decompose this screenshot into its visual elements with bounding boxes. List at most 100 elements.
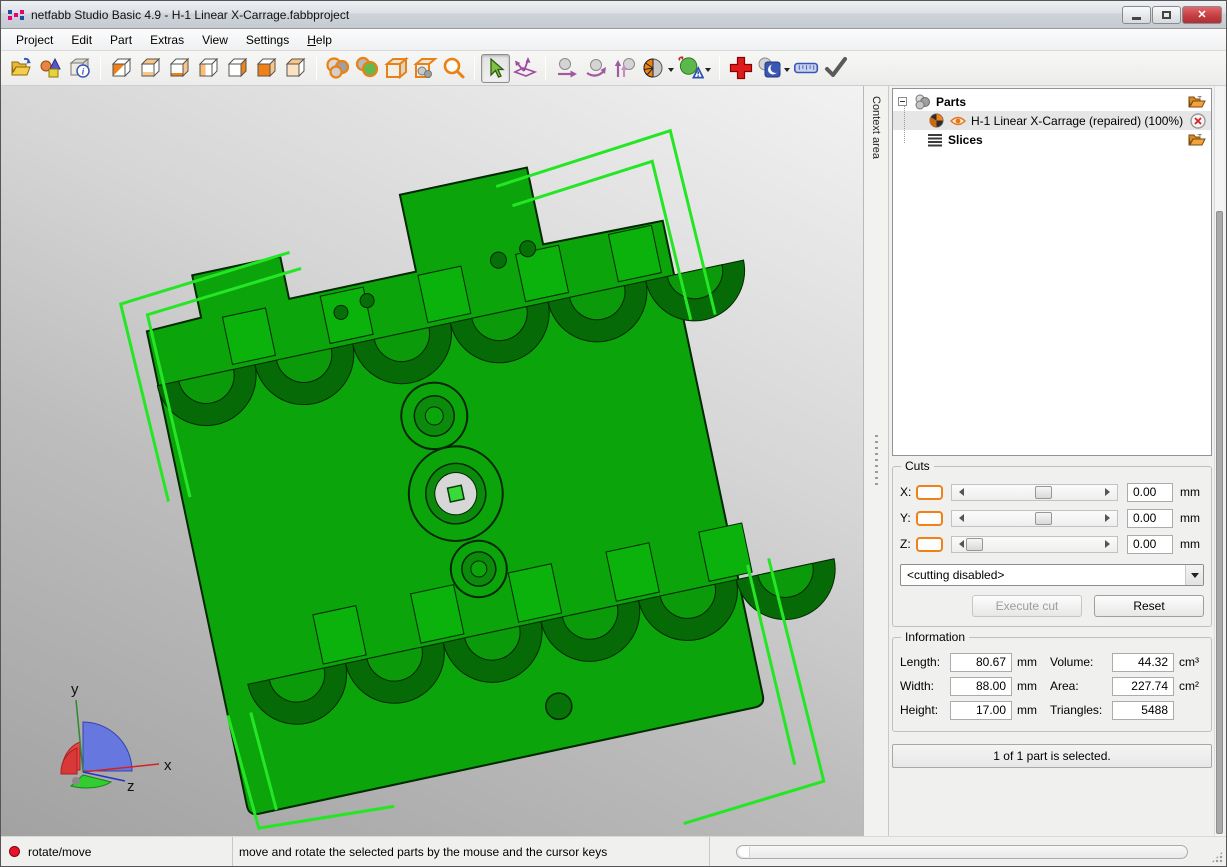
view-bottom-button[interactable] — [165, 54, 194, 83]
transform-tool-button[interactable] — [510, 54, 539, 83]
menu-item-extras[interactable]: Extras — [141, 31, 193, 49]
select-tool-button[interactable] — [481, 54, 510, 83]
menu-item-view[interactable]: View — [193, 31, 237, 49]
menu-item-project[interactable]: Project — [7, 31, 62, 49]
cut-z-slider[interactable] — [951, 536, 1118, 553]
height-unit: mm — [1012, 703, 1042, 717]
collapse-expander-icon[interactable] — [898, 97, 907, 106]
slices-node-label[interactable]: Slices — [948, 133, 983, 147]
cut-x-unit: mm — [1180, 485, 1204, 499]
transform-tool-icon — [512, 56, 538, 80]
cut-z-value-field[interactable]: 0.00 — [1127, 535, 1173, 554]
box-selection-button[interactable] — [381, 54, 410, 83]
cut-z-toggle-button[interactable] — [916, 537, 943, 552]
shell-tools-dropdown-caret[interactable] — [668, 68, 674, 75]
cut-z-slider-thumb[interactable] — [966, 538, 983, 551]
rotate-part-button[interactable] — [581, 54, 610, 83]
part-info-button[interactable]: i — [65, 54, 94, 83]
area-value: 227.74 — [1112, 677, 1174, 696]
length-value: 80.67 — [950, 653, 1012, 672]
scale-part-button[interactable] — [610, 54, 639, 83]
menu-item-settings[interactable]: Settings — [237, 31, 298, 49]
tree-row-slices[interactable]: Slices — [893, 130, 1211, 149]
apply-button[interactable] — [821, 54, 850, 83]
slice-part-button[interactable] — [755, 54, 784, 83]
move-part-button[interactable] — [552, 54, 581, 83]
cut-z-label: Z: — [900, 537, 916, 551]
load-part-folder-icon[interactable] — [1188, 95, 1206, 109]
view-top-button[interactable] — [281, 54, 310, 83]
splitter-grip[interactable] — [875, 435, 878, 487]
restore-button[interactable] — [1152, 6, 1181, 24]
triangles-label: Triangles: — [1050, 703, 1112, 717]
slider-right-arrow-icon[interactable] — [1105, 514, 1114, 522]
area-label: Area: — [1050, 679, 1112, 693]
part-item-label[interactable]: H-1 Linear X-Carrage (repaired) (100%) — [971, 114, 1183, 128]
view-back-button[interactable] — [136, 54, 165, 83]
length-label: Length: — [900, 655, 950, 669]
menu-item-edit[interactable]: Edit — [62, 31, 101, 49]
window-resize-grip[interactable] — [1211, 851, 1223, 863]
slices-stack-icon — [927, 133, 943, 147]
menu-item-part[interactable]: Part — [101, 31, 141, 49]
cutting-mode-dropdown[interactable]: <cutting disabled> — [900, 564, 1204, 586]
repair-wizard-button[interactable] — [676, 54, 705, 83]
slider-right-arrow-icon[interactable] — [1105, 540, 1114, 548]
parts-node-label[interactable]: Parts — [936, 95, 966, 109]
view-isometric-icon — [110, 57, 133, 79]
cut-y-toggle-button[interactable] — [916, 511, 943, 526]
view-front-button[interactable] — [252, 54, 281, 83]
remove-part-icon[interactable] — [1190, 113, 1206, 129]
slice-dropdown-caret[interactable] — [784, 68, 790, 75]
cut-x-slider-thumb[interactable] — [1035, 486, 1052, 499]
close-button[interactable]: ✕ — [1182, 6, 1222, 24]
add-part-button[interactable] — [36, 54, 65, 83]
menu-item-help[interactable]: Help — [298, 31, 341, 49]
view-right-button[interactable] — [223, 54, 252, 83]
zoom-button[interactable] — [439, 54, 468, 83]
tree-row-part-item[interactable]: H-1 Linear X-Carrage (repaired) (100%) — [893, 111, 1211, 130]
record-mode-icon — [9, 846, 20, 857]
dropdown-button[interactable] — [1185, 565, 1203, 585]
slider-right-arrow-icon[interactable] — [1105, 488, 1114, 496]
load-slice-folder-icon[interactable] — [1188, 133, 1206, 147]
app-window: netfabb Studio Basic 4.9 - H-1 Linear X-… — [0, 0, 1227, 867]
minimize-button[interactable] — [1122, 6, 1151, 24]
slider-left-arrow-icon[interactable] — [955, 514, 964, 522]
repair-wizard-dropdown-caret[interactable] — [705, 68, 711, 75]
context-area-splitter[interactable]: Context area — [863, 86, 889, 836]
view-isometric-button[interactable] — [107, 54, 136, 83]
cut-y-slider[interactable] — [951, 510, 1118, 527]
select-shell-button[interactable] — [352, 54, 381, 83]
cut-x-toggle-button[interactable] — [916, 485, 943, 500]
3d-viewport[interactable]: y x z — [1, 86, 863, 836]
show-shells-icon — [325, 56, 351, 80]
cut-y-value-field[interactable]: 0.00 — [1127, 509, 1173, 528]
part-pivot-handle[interactable] — [447, 485, 464, 502]
slider-left-arrow-icon[interactable] — [955, 488, 964, 496]
select-parts-in-box-button[interactable] — [410, 54, 439, 83]
execute-cut-button[interactable]: Execute cut — [972, 595, 1082, 617]
cut-y-slider-thumb[interactable] — [1035, 512, 1052, 525]
rotate-part-icon — [583, 56, 609, 80]
visibility-eye-icon[interactable] — [950, 115, 966, 127]
view-back-icon — [139, 57, 162, 79]
measure-button[interactable] — [792, 54, 821, 83]
title-bar[interactable]: netfabb Studio Basic 4.9 - H-1 Linear X-… — [1, 1, 1226, 29]
select-cursor-icon — [485, 57, 507, 79]
view-left-button[interactable] — [194, 54, 223, 83]
panel-scrollbar-thumb[interactable] — [1216, 211, 1223, 834]
show-shells-button[interactable] — [323, 54, 352, 83]
slider-left-arrow-icon[interactable] — [955, 540, 964, 548]
open-project-button[interactable] — [7, 54, 36, 83]
cut-x-slider[interactable] — [951, 484, 1118, 501]
panel-scrollbar[interactable] — [1214, 86, 1224, 836]
reset-button[interactable]: Reset — [1094, 595, 1204, 617]
shell-tools-button[interactable] — [639, 54, 668, 83]
parts-group-icon — [913, 94, 931, 110]
orientation-axes-widget[interactable]: y x z — [53, 678, 173, 798]
cut-x-value-field[interactable]: 0.00 — [1127, 483, 1173, 502]
select-shell-icon — [354, 56, 380, 80]
tree-row-parts[interactable]: Parts — [893, 92, 1211, 111]
repair-part-button[interactable] — [726, 54, 755, 83]
